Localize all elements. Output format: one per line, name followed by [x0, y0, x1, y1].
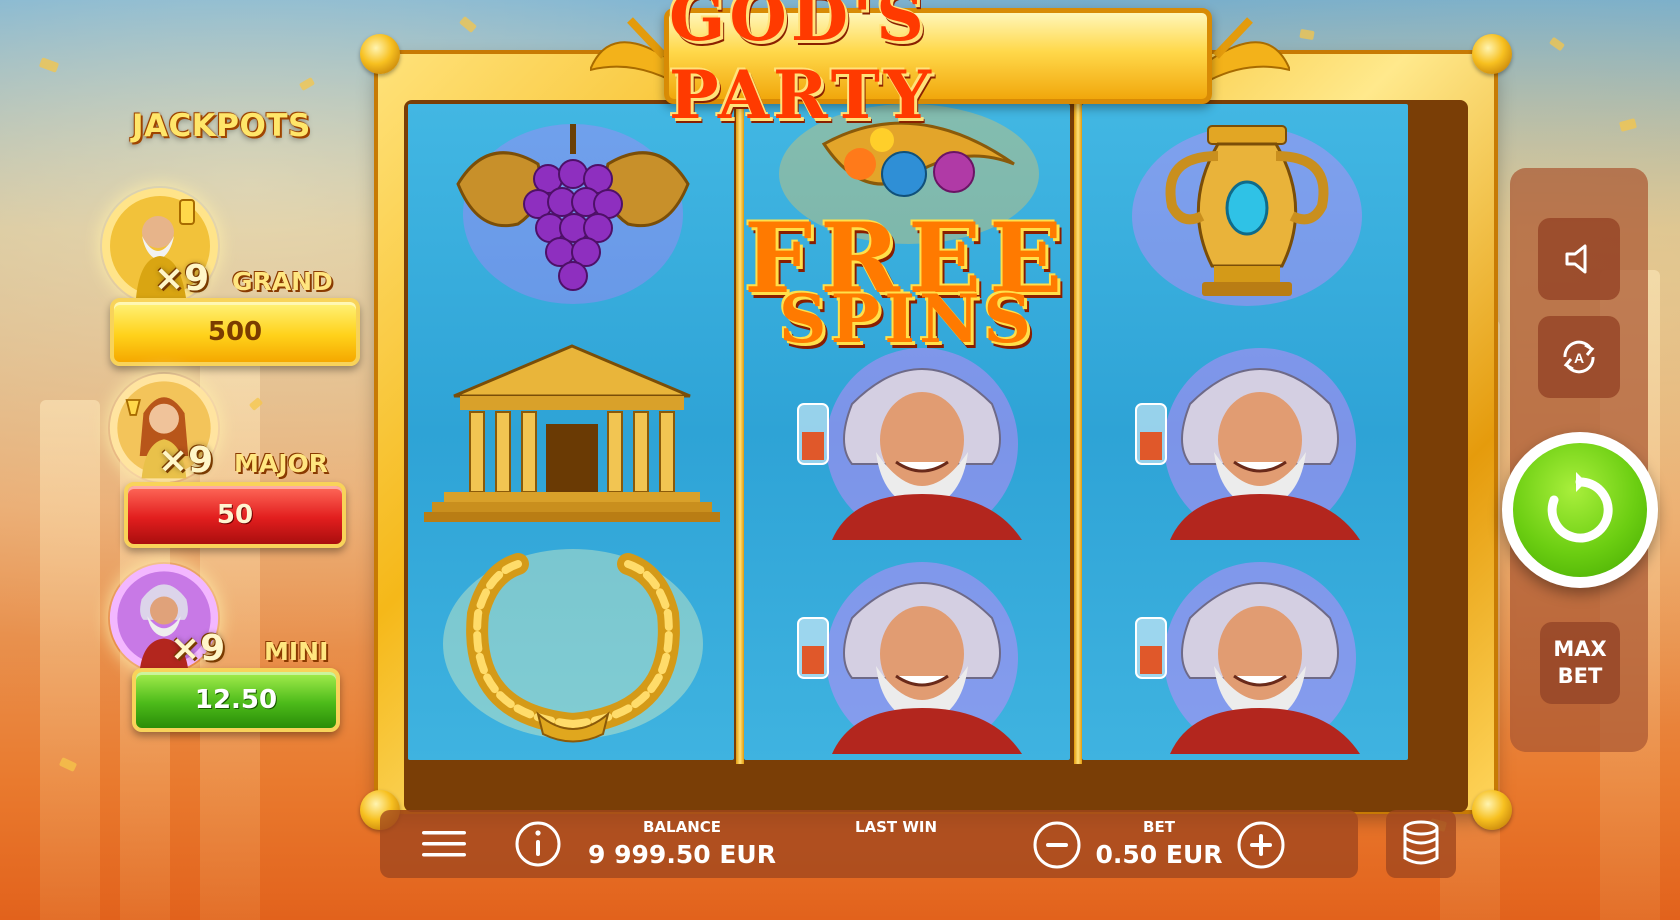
- menu-button[interactable]: [420, 824, 468, 864]
- mini-value: 12.50: [132, 668, 340, 732]
- game-title: GOD'S PARTY: [669, 0, 935, 134]
- major-multiplier: ×9: [158, 440, 214, 481]
- frame-ornament: [360, 34, 400, 74]
- spin-button[interactable]: [1502, 432, 1658, 588]
- frame-ornament: [1472, 34, 1512, 74]
- temple-icon: [424, 344, 720, 522]
- frame-ornament: [1472, 790, 1512, 830]
- reel-2: FREE SPINS: [744, 104, 1070, 760]
- spin-arrow-icon: [1547, 472, 1613, 543]
- jackpots-heading: JACKPOTS: [132, 108, 311, 144]
- reel-divider: [736, 100, 744, 764]
- bet-settings-button[interactable]: [1386, 810, 1456, 878]
- plus-icon: [1237, 821, 1285, 869]
- spin-button-face: [1513, 443, 1647, 577]
- major-label: MAJOR: [234, 449, 329, 478]
- bet-value: 0.50 EUR: [1095, 840, 1223, 869]
- reels-frame: FREE SPINS: [360, 34, 1512, 830]
- autoplay-icon: A: [1563, 340, 1595, 374]
- max-bet-line2: BET: [1557, 664, 1603, 688]
- dionysus-icon: [1135, 562, 1360, 754]
- balance-value: 9 999.50 EUR: [588, 840, 776, 869]
- svg-text:A: A: [1574, 350, 1584, 366]
- reel-divider: [1074, 100, 1082, 764]
- grand-label: GRAND: [232, 267, 333, 296]
- dionysus-icon: [1135, 348, 1360, 540]
- reel-3: [1082, 104, 1408, 760]
- laurel-wreath-icon: [443, 549, 703, 743]
- balance-label: BALANCE: [642, 818, 722, 836]
- max-bet-button[interactable]: MAX BET: [1540, 622, 1620, 704]
- reels-area: FREE SPINS: [404, 100, 1468, 812]
- sound-button[interactable]: [1538, 218, 1620, 300]
- mini-label: MINI: [264, 637, 329, 666]
- mini-multiplier: ×9: [170, 628, 226, 669]
- info-icon: [515, 821, 561, 867]
- grand-multiplier: ×9: [154, 258, 210, 299]
- autoplay-button[interactable]: A: [1538, 316, 1620, 398]
- hamburger-menu-icon: [422, 831, 466, 857]
- minus-icon: [1033, 821, 1081, 869]
- bet-increase-button[interactable]: [1236, 820, 1286, 870]
- max-bet-line1: MAX: [1553, 637, 1607, 661]
- dionysus-icon: [797, 562, 1022, 754]
- bet-decrease-button[interactable]: [1032, 820, 1082, 870]
- bottom-bar: BALANCE 9 999.50 EUR LAST WIN BET 0.50 E…: [380, 810, 1358, 878]
- coin-stack-icon: [1403, 820, 1439, 865]
- info-button[interactable]: [514, 820, 562, 868]
- major-value: 50: [124, 482, 346, 548]
- bet-label: BET: [1143, 818, 1175, 836]
- game-title-plaque: GOD'S PARTY: [664, 0, 1212, 134]
- speaker-icon: [1565, 244, 1587, 274]
- reel-1: [408, 104, 734, 760]
- dionysus-icon: [797, 348, 1022, 540]
- grand-value: 500: [110, 298, 360, 366]
- last-win-label: LAST WIN: [854, 818, 938, 836]
- grapes-icon: [456, 124, 690, 304]
- golden-vase-icon: [1132, 125, 1362, 306]
